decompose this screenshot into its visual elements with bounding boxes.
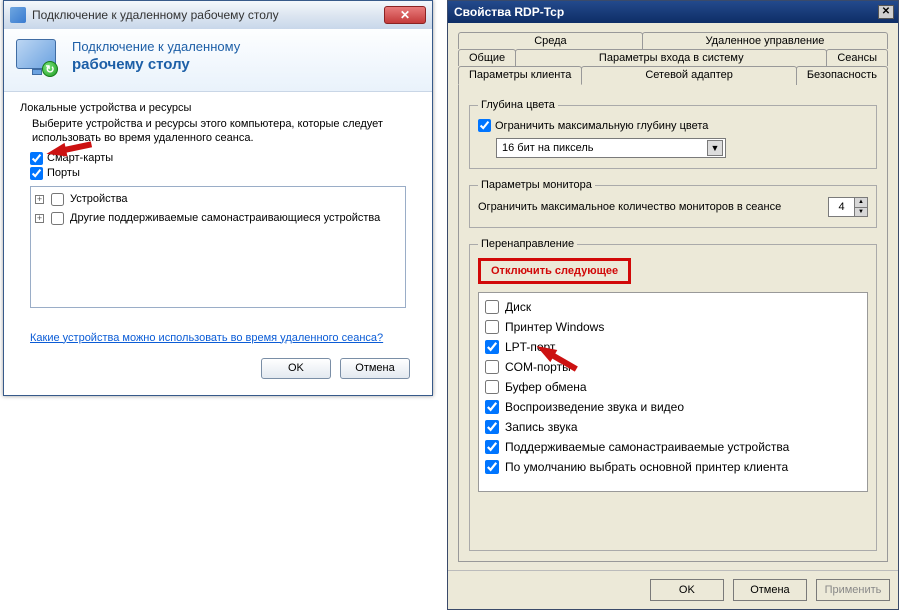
redir-item[interactable]: Диск: [485, 297, 861, 317]
redir-item-label: Воспроизведение звука и видео: [505, 397, 684, 417]
redir-item[interactable]: Воспроизведение звука и видео: [485, 397, 861, 417]
redir-item-label: Поддерживаемые самонастраиваемые устройс…: [505, 437, 789, 457]
redir-item-label: Запись звука: [505, 417, 578, 437]
redir-item-label: По умолчанию выбрать основной принтер кл…: [505, 457, 788, 477]
tab-remote-control[interactable]: Удаленное управление: [642, 32, 888, 49]
redir-item[interactable]: COM-порты: [485, 357, 861, 377]
app-icon: [10, 7, 26, 23]
tab-client-settings[interactable]: Параметры клиента: [458, 66, 582, 85]
rdp-client-window: Подключение к удаленному рабочему столу …: [3, 0, 433, 396]
cancel-button[interactable]: Отмена: [733, 579, 807, 601]
titlebar[interactable]: Свойства RDP-Tcp ✕: [448, 1, 898, 23]
redir-item-label: Принтер Windows: [505, 317, 604, 337]
tab-sessions[interactable]: Сеансы: [826, 49, 888, 66]
section-title: Локальные устройства и ресурсы: [20, 102, 416, 114]
banner-line1: Подключение к удаленному: [72, 39, 240, 54]
redir-item-checkbox[interactable]: [485, 340, 499, 354]
tree-pnp-checkbox[interactable]: [51, 212, 64, 225]
redir-item-checkbox[interactable]: [485, 380, 499, 394]
tree-item-devices[interactable]: + Устройства: [35, 190, 401, 209]
checkbox-limit-color[interactable]: Ограничить максимальную глубину цвета: [478, 119, 868, 132]
group-color-depth: Глубина цвета Ограничить максимальную гл…: [469, 99, 877, 169]
group-color-depth-legend: Глубина цвета: [478, 99, 558, 111]
checkbox-ports-label: Порты: [47, 167, 80, 179]
rdp-tcp-properties-window: Свойства RDP-Tcp ✕ Среда Удаленное управ…: [447, 0, 899, 610]
tab-panel: Глубина цвета Ограничить максимальную гл…: [458, 85, 888, 562]
group-monitors-legend: Параметры монитора: [478, 179, 595, 191]
redir-item-label: Диск: [505, 297, 531, 317]
checkbox-ports[interactable]: Порты: [30, 167, 416, 180]
tree-item-pnp[interactable]: + Другие поддерживаемые самонастраивающи…: [35, 209, 401, 228]
cancel-button[interactable]: Отмена: [340, 358, 410, 379]
spin-up-icon[interactable]: ▲: [854, 198, 867, 207]
device-tree[interactable]: + Устройства + Другие поддерживаемые сам…: [30, 186, 406, 308]
window-title: Подключение к удаленному рабочему столу: [32, 8, 384, 22]
expand-icon[interactable]: +: [35, 195, 44, 204]
tab-logon-settings[interactable]: Параметры входа в систему: [515, 49, 827, 66]
banner-line2: рабочему столу: [72, 56, 240, 73]
redir-item-checkbox[interactable]: [485, 440, 499, 454]
tab-environment[interactable]: Среда: [458, 32, 643, 49]
tab-general[interactable]: Общие: [458, 49, 516, 66]
dropdown-arrow-icon[interactable]: ▼: [707, 140, 723, 156]
window-title: Свойства RDP-Tcp: [452, 5, 878, 19]
tab-strip: Среда Удаленное управление Общие Парамет…: [458, 31, 888, 85]
redir-item-checkbox[interactable]: [485, 300, 499, 314]
redir-item-checkbox[interactable]: [485, 360, 499, 374]
redir-item[interactable]: Запись звука: [485, 417, 861, 437]
rdp-icon: ↻: [16, 39, 60, 79]
close-button[interactable]: ✕: [384, 6, 426, 24]
ok-button[interactable]: OK: [650, 579, 724, 601]
group-redirection-legend: Перенаправление: [478, 238, 577, 250]
tree-devices-checkbox[interactable]: [51, 193, 64, 206]
close-button[interactable]: ✕: [878, 5, 894, 19]
banner: ↻ Подключение к удаленному рабочему стол…: [4, 29, 432, 92]
dialog-buttons: OK Отмена Применить: [448, 570, 898, 609]
redir-item-checkbox[interactable]: [485, 320, 499, 334]
redir-item[interactable]: Поддерживаемые самонастраиваемые устройс…: [485, 437, 861, 457]
checkbox-smartcards[interactable]: Смарт-карты: [30, 152, 416, 165]
group-monitors: Параметры монитора Ограничить максимальн…: [469, 179, 877, 228]
select-color-depth[interactable]: 16 бит на пиксель ▼: [496, 138, 726, 158]
checkbox-limit-color-input[interactable]: [478, 119, 491, 132]
help-link[interactable]: Какие устройства можно использовать во в…: [30, 332, 383, 344]
redirection-list[interactable]: ДискПринтер WindowsLPT-портCOM-портыБуфе…: [478, 292, 868, 492]
ok-button[interactable]: OK: [261, 358, 331, 379]
tab-security[interactable]: Безопасность: [796, 66, 888, 85]
redir-item-label: Буфер обмена: [505, 377, 587, 397]
titlebar[interactable]: Подключение к удаленному рабочему столу …: [4, 1, 432, 29]
monitors-spinner[interactable]: 4 ▲ ▼: [828, 197, 868, 217]
monitors-label: Ограничить максимальное количество монит…: [478, 201, 822, 213]
spin-down-icon[interactable]: ▼: [854, 207, 867, 217]
redir-item-checkbox[interactable]: [485, 400, 499, 414]
redir-item[interactable]: По умолчанию выбрать основной принтер кл…: [485, 457, 861, 477]
tab-network-adapter[interactable]: Сетевой адаптер: [581, 66, 796, 85]
disable-following-label: Отключить следующее: [478, 258, 631, 284]
apply-button[interactable]: Применить: [816, 579, 890, 601]
group-redirection: Перенаправление Отключить следующее Диск…: [469, 238, 877, 551]
redir-item[interactable]: Буфер обмена: [485, 377, 861, 397]
checkbox-ports-input[interactable]: [30, 167, 43, 180]
redir-item-checkbox[interactable]: [485, 420, 499, 434]
redir-item[interactable]: Принтер Windows: [485, 317, 861, 337]
monitors-value: 4: [829, 198, 854, 216]
checkbox-smartcards-input[interactable]: [30, 152, 43, 165]
expand-icon[interactable]: +: [35, 214, 44, 223]
redir-item-checkbox[interactable]: [485, 460, 499, 474]
select-color-depth-value: 16 бит на пиксель: [502, 142, 594, 154]
